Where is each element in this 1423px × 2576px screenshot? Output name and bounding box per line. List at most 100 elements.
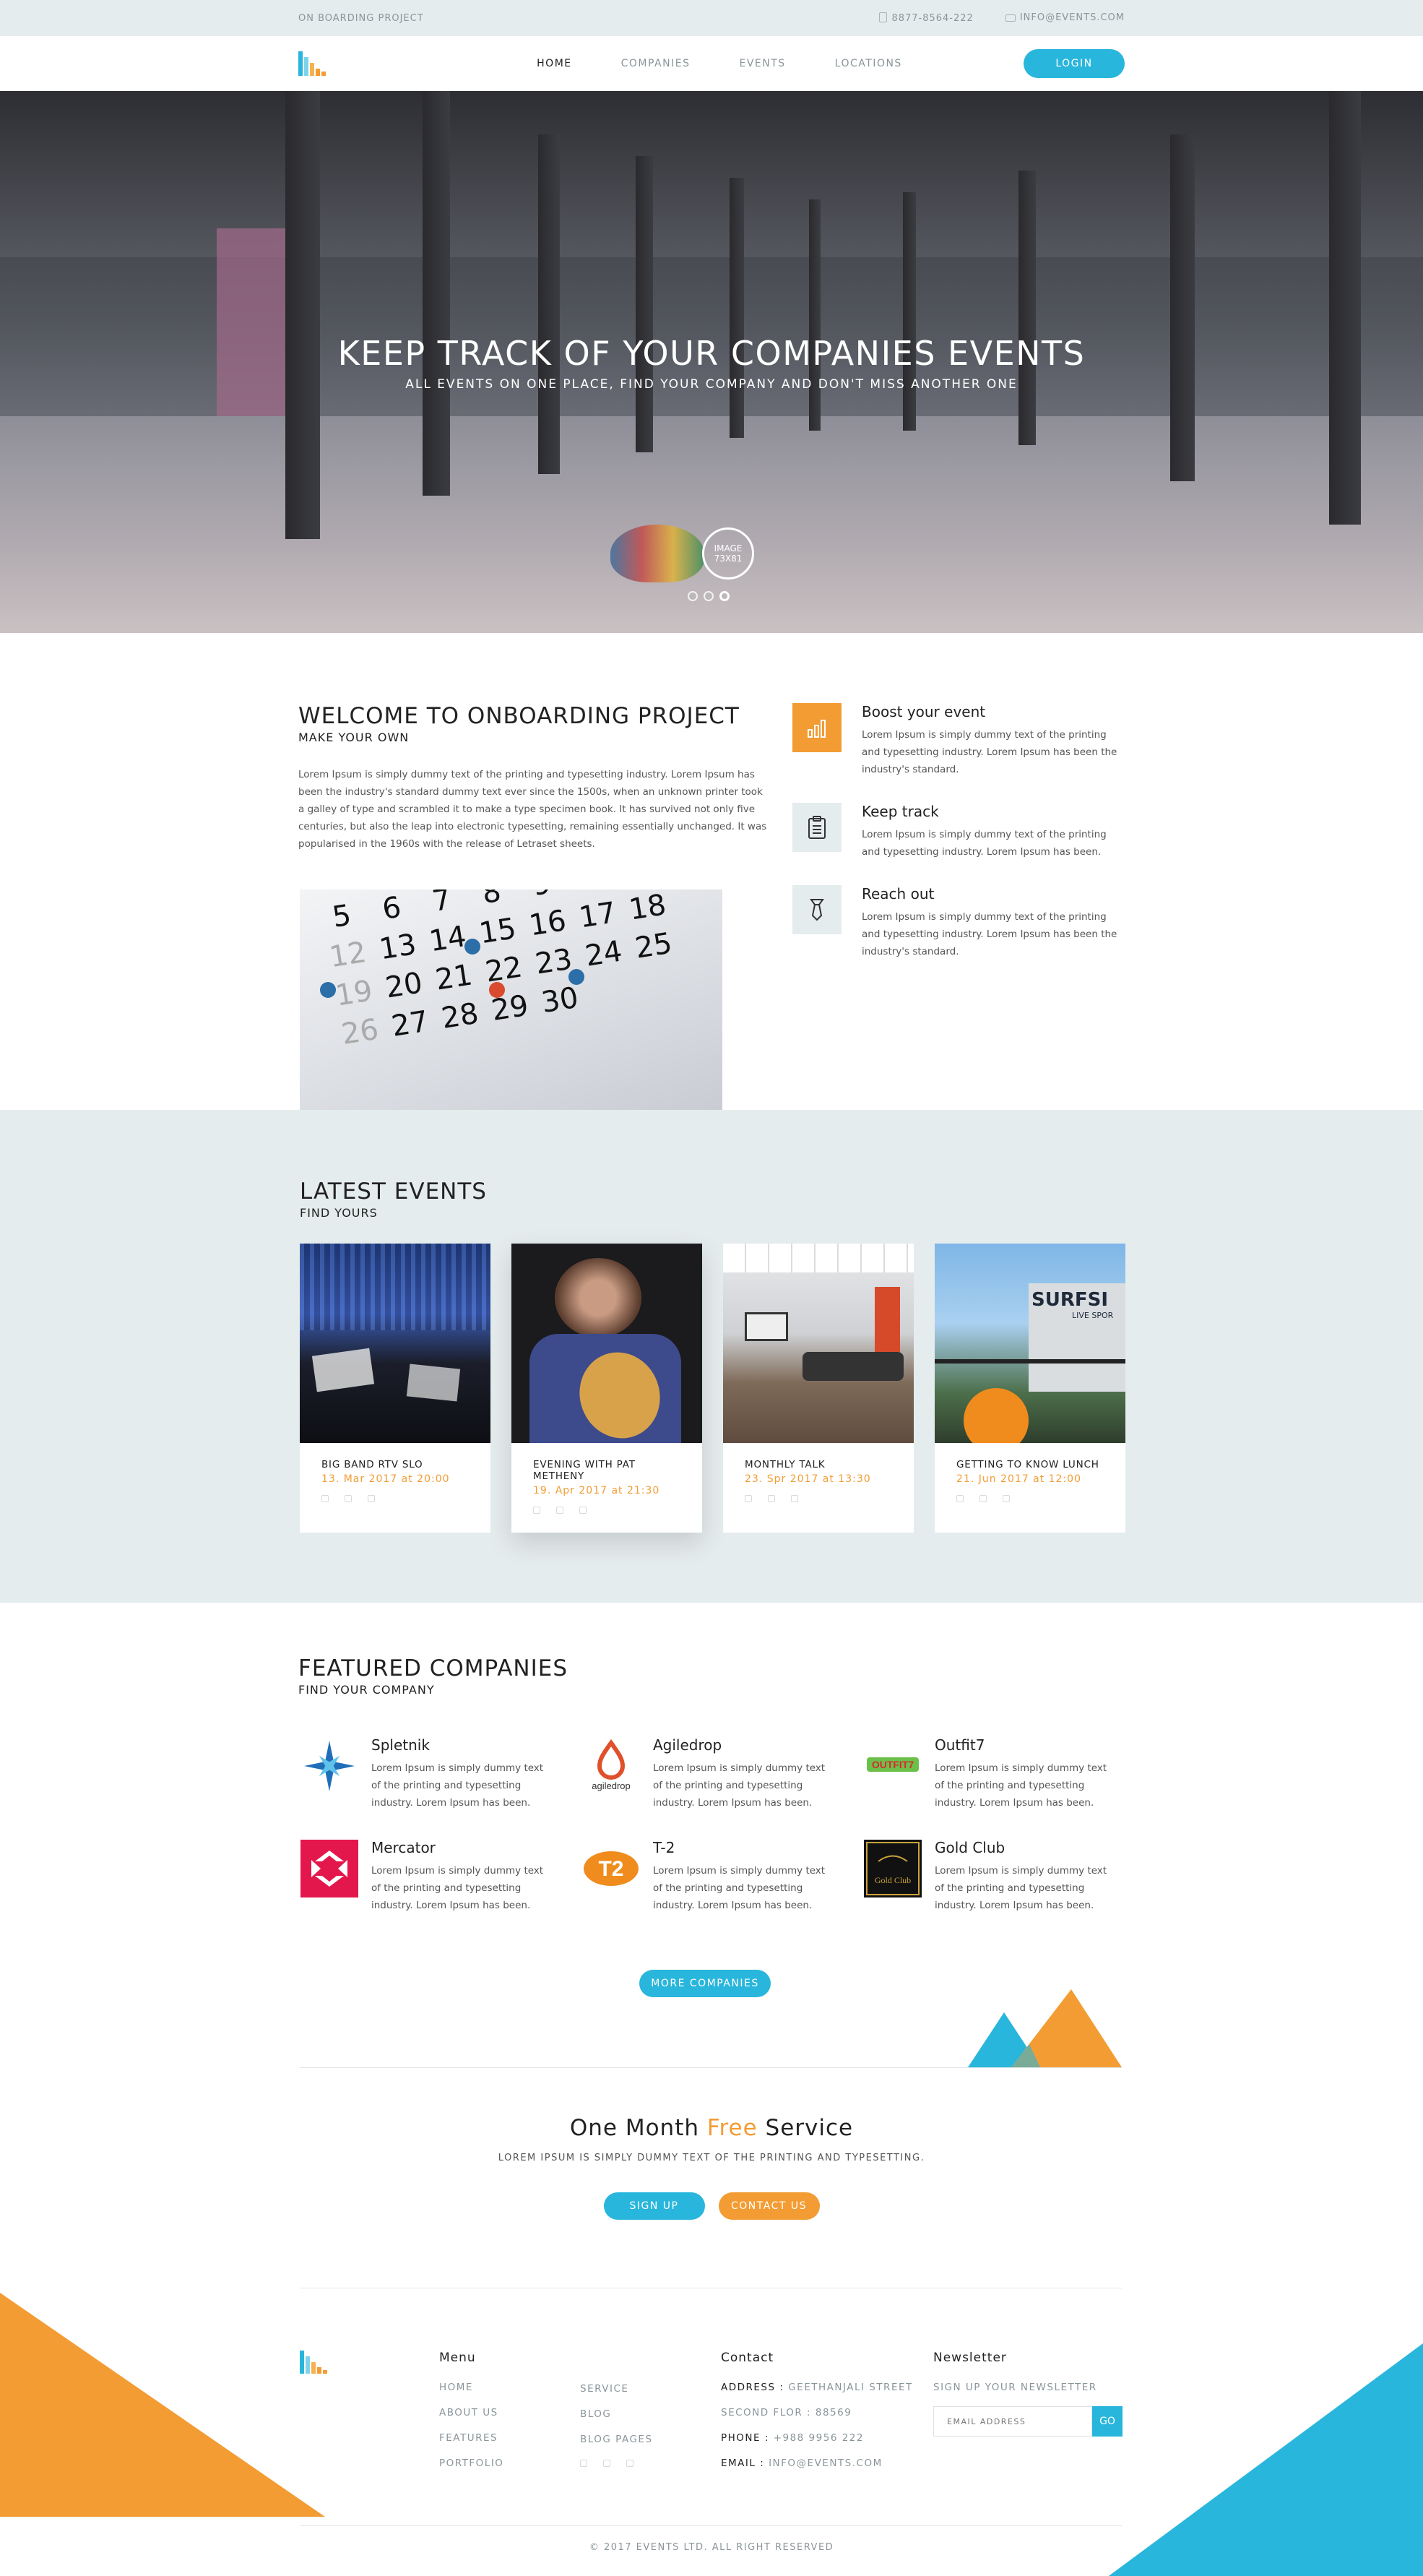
event-card-text: MONTHLY TALK 23. Spr 2017 at 13:30 — [723, 1443, 914, 1518]
footer-orange-triangle — [0, 2293, 325, 2517]
calendar-day: 28 — [439, 996, 481, 1036]
company-desc: Lorem Ipsum is simply dummy text of the … — [371, 1762, 544, 1809]
address-label: ADDRESS : — [721, 2382, 784, 2393]
twitter-icon[interactable] — [603, 2460, 610, 2467]
facebook-icon[interactable] — [580, 2460, 587, 2467]
footer-phone: PHONE : +988 9956 222 — [721, 2426, 913, 2451]
event-card[interactable]: SURFSI LIVE SPOR GETTING TO KNOW LUNCH 2… — [935, 1244, 1125, 1533]
cta-title-a: One Month — [569, 2115, 700, 2141]
company-goldclub[interactable]: Gold Club Gold Club Lorem Ipsum is simpl… — [863, 1839, 1145, 1914]
calendar-day: 24 — [583, 934, 625, 973]
hero-photo-column — [809, 199, 821, 431]
event-image-lunch: SURFSI LIVE SPOR — [935, 1244, 1125, 1443]
feature-reach: Reach out Lorem Ipsum is simply dummy te… — [792, 885, 1125, 960]
events-section: LATEST EVENTS FIND YOURS BIG BAND RTV SL… — [0, 1110, 1423, 1603]
footer-address: ADDRESS : GEETHANJALI STREET — [721, 2375, 913, 2400]
nav-events[interactable]: EVENTS — [739, 58, 785, 69]
footer-logo-icon — [300, 2351, 329, 2374]
office-red-wall — [875, 1287, 900, 1352]
address-value: GEETHANJALI STREET — [788, 2382, 913, 2393]
email-value[interactable]: INFO@EVENTS.COM — [769, 2457, 883, 2469]
facebook-icon[interactable] — [956, 1495, 964, 1502]
signup-button[interactable]: SIGN UP — [603, 2192, 705, 2220]
newsletter-go-button[interactable]: GO — [1092, 2406, 1123, 2437]
share-icon[interactable] — [368, 1495, 375, 1502]
footer-logo[interactable] — [300, 2351, 329, 2374]
company-mercator[interactable]: Mercator Lorem Ipsum is simply dummy tex… — [300, 1839, 581, 1914]
company-outfit7[interactable]: OUTFIT7 Outfit7 Lorem Ipsum is simply du… — [863, 1736, 1145, 1812]
footer-link-service[interactable]: SERVICE — [580, 2377, 653, 2402]
footer-link-blog[interactable]: BLOG — [580, 2402, 653, 2427]
slider-dot-active[interactable] — [719, 591, 730, 601]
share-icon[interactable] — [1003, 1495, 1010, 1502]
event-card[interactable]: BIG BAND RTV SLO 13. Mar 2017 at 20:00 — [300, 1244, 490, 1533]
footer-link-blog-pages[interactable]: BLOG PAGES — [580, 2427, 653, 2452]
nav-home[interactable]: HOME — [537, 58, 571, 69]
hero-image-placeholder: IMAGE 73X81 — [702, 527, 754, 580]
twitter-icon[interactable] — [768, 1495, 775, 1502]
welcome-intro: WELCOME TO ONBOARDING PROJECT MAKE YOUR … — [298, 703, 768, 853]
guitarist-head — [555, 1258, 641, 1337]
company-spletnik[interactable]: Spletnik Lorem Ipsum is simply dummy tex… — [300, 1736, 581, 1812]
cta-title: One Month Free Service — [0, 2115, 1423, 2141]
company-info: Spletnik Lorem Ipsum is simply dummy tex… — [371, 1736, 552, 1812]
feature-track: Keep track Lorem Ipsum is simply dummy t… — [792, 803, 1125, 861]
twitter-icon[interactable] — [979, 1495, 987, 1502]
site-logo[interactable] — [298, 51, 329, 76]
hero-photo-beanbag — [610, 525, 704, 582]
company-t2[interactable]: T2 T-2 Lorem Ipsum is simply dummy text … — [581, 1839, 863, 1914]
twitter-icon[interactable] — [345, 1495, 352, 1502]
calendar-day: 9 — [514, 889, 569, 905]
company-info: Outfit7 Lorem Ipsum is simply dummy text… — [935, 1736, 1115, 1812]
footer-link-portfolio[interactable]: PORTFOLIO — [439, 2451, 503, 2476]
footer-address2: SECOND FLOR : 88569 — [721, 2407, 852, 2418]
company-agiledrop[interactable]: agiledrop Agiledrop Lorem Ipsum is simpl… — [581, 1736, 863, 1812]
login-button[interactable]: LOGIN — [1023, 49, 1125, 78]
calendar-day: 20 — [383, 966, 425, 1005]
feature-track-text: Keep track Lorem Ipsum is simply dummy t… — [862, 803, 1125, 861]
footer-link-home[interactable]: HOME — [439, 2375, 503, 2400]
lunch-sign: SURFSI — [1031, 1289, 1109, 1311]
nav-locations[interactable]: LOCATIONS — [835, 58, 902, 69]
concert-sheet-music — [311, 1348, 375, 1392]
top-bar: ON BOARDING PROJECT 8877-8564-222 INFO@E… — [0, 0, 1423, 36]
nav-companies[interactable]: COMPANIES — [621, 58, 691, 69]
facebook-icon[interactable] — [533, 1507, 540, 1514]
event-card[interactable]: MONTHLY TALK 23. Spr 2017 at 13:30 — [723, 1244, 914, 1533]
company-name: Agiledrop — [653, 1736, 722, 1754]
calendar-day: 16 — [527, 904, 568, 943]
outfit7-logo-icon: OUTFIT7 — [863, 1736, 922, 1796]
footer-link-features[interactable]: FEATURES — [439, 2426, 503, 2451]
more-companies-button[interactable]: MORE COMPANIES — [639, 1970, 771, 1997]
cta-buttons: SIGN UP CONTACT US — [0, 2192, 1423, 2220]
phone-value: +988 9956 222 — [773, 2432, 864, 2444]
top-bar-phone[interactable]: 8877-8564-222 — [879, 12, 973, 24]
footer-email: EMAIL : INFO@EVENTS.COM — [721, 2451, 913, 2476]
contact-us-button[interactable]: CONTACT US — [718, 2192, 820, 2220]
top-bar-brand: ON BOARDING PROJECT — [298, 12, 424, 24]
footer-divider — [300, 2525, 1122, 2526]
event-date: 21. Jun 2017 at 12:00 — [956, 1473, 1081, 1485]
event-date: 13. Mar 2017 at 20:00 — [321, 1473, 450, 1485]
calendar-day: 25 — [633, 926, 675, 965]
newsletter-email-input[interactable] — [933, 2406, 1092, 2437]
calendar-day: 6 — [380, 890, 404, 927]
top-bar-email[interactable]: INFO@EVENTS.COM — [1005, 12, 1125, 24]
share-icon[interactable] — [579, 1507, 587, 1514]
twitter-icon[interactable] — [556, 1507, 563, 1514]
company-desc: Lorem Ipsum is simply dummy text of the … — [653, 1865, 826, 1911]
slider-dot[interactable] — [688, 591, 698, 601]
companies-section: FEATURED COMPANIES FIND YOUR COMPANY Spl… — [0, 1603, 1423, 2090]
facebook-icon[interactable] — [321, 1495, 329, 1502]
goldclub-logo-icon: Gold Club — [863, 1839, 922, 1898]
google-plus-icon[interactable] — [626, 2460, 633, 2467]
share-icon[interactable] — [791, 1495, 798, 1502]
footer-link-about[interactable]: ABOUT US — [439, 2400, 503, 2426]
slider-dot[interactable] — [704, 591, 714, 601]
event-card[interactable]: EVENING WITH PAT METHENY 19. Apr 2017 at… — [511, 1244, 702, 1533]
facebook-icon[interactable] — [745, 1495, 752, 1502]
event-share-icons — [321, 1495, 469, 1502]
top-bar-contacts: 8877-8564-222 INFO@EVENTS.COM — [879, 12, 1125, 24]
company-name: Mercator — [371, 1839, 436, 1856]
company-desc: Lorem Ipsum is simply dummy text of the … — [935, 1865, 1107, 1911]
